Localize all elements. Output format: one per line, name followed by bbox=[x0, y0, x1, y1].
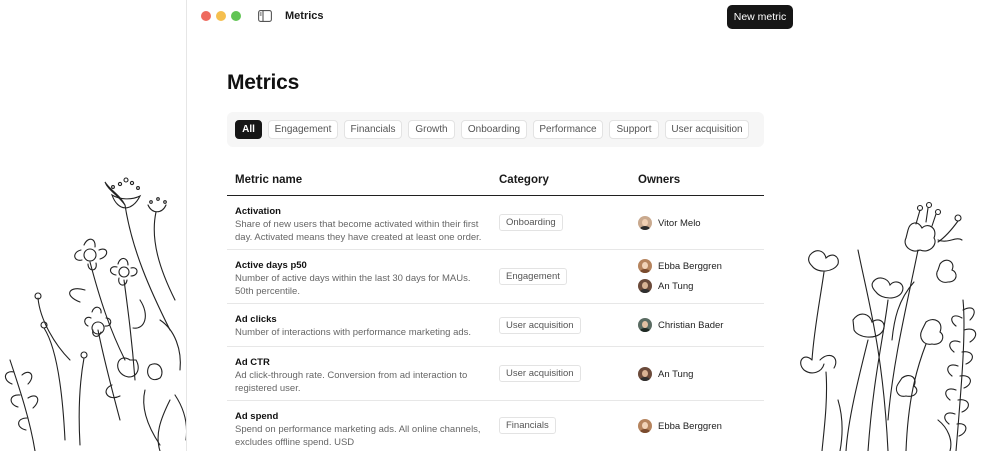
metric-name: Ad clicks bbox=[235, 314, 277, 325]
owner-name: Ebba Berggren bbox=[658, 260, 722, 272]
table-row[interactable]: Active days p50 Number of active days wi… bbox=[227, 250, 764, 304]
avatar bbox=[638, 279, 652, 293]
owner[interactable]: An Tung bbox=[638, 367, 693, 381]
column-header-owners[interactable]: Owners bbox=[638, 174, 680, 186]
owner[interactable]: Ebba Berggren bbox=[638, 259, 722, 273]
filter-chip-onboarding[interactable]: Onboarding bbox=[461, 120, 527, 139]
owner-name: An Tung bbox=[658, 368, 694, 380]
filter-chip-engagement[interactable]: Engagement bbox=[268, 120, 338, 139]
owner[interactable]: Ebba Berggren bbox=[638, 419, 722, 433]
sidebar-toggle-icon[interactable] bbox=[258, 10, 272, 22]
category-badge: Onboarding bbox=[499, 214, 563, 231]
table-row[interactable]: Ad clicks Number of interactions with pe… bbox=[227, 304, 764, 347]
metrics-table: Metric name Category Owners Activation S… bbox=[227, 165, 764, 451]
metric-description: Number of interactions with performance … bbox=[235, 327, 472, 338]
owner[interactable]: Christian Bader bbox=[638, 318, 723, 332]
avatar bbox=[638, 419, 652, 433]
filter-chip-financials[interactable]: Financials bbox=[344, 120, 402, 139]
minimize-window-button[interactable] bbox=[216, 11, 226, 21]
category-badge: User acquisition bbox=[499, 365, 581, 382]
avatar bbox=[638, 259, 652, 273]
column-header-metric-name[interactable]: Metric name bbox=[235, 174, 302, 186]
flowers-illustration-right bbox=[800, 201, 977, 451]
metric-name: Activation bbox=[235, 206, 281, 217]
window-title: Metrics bbox=[285, 10, 324, 22]
table-row[interactable]: Ad CTR Ad click-through rate. Conversion… bbox=[227, 347, 764, 401]
filter-chip-support[interactable]: Support bbox=[609, 120, 659, 139]
avatar bbox=[638, 367, 652, 381]
metric-name: Ad spend bbox=[235, 411, 279, 422]
owner-name: Vitor Melo bbox=[658, 217, 701, 229]
app-window: Metrics New metric Metrics All Engagemen… bbox=[186, 0, 799, 451]
filter-chip-all[interactable]: All bbox=[235, 120, 262, 139]
category-badge: User acquisition bbox=[499, 317, 581, 334]
metric-description: Spend on performance marketing ads. All … bbox=[235, 424, 481, 448]
filter-chip-growth[interactable]: Growth bbox=[408, 120, 455, 139]
metric-name: Active days p50 bbox=[235, 260, 307, 271]
filter-chip-user-acquisition[interactable]: User acquisition bbox=[665, 120, 749, 139]
avatar bbox=[638, 318, 652, 332]
metric-description: Share of new users that become activated… bbox=[235, 219, 482, 243]
metric-description: Ad click-through rate. Conversion from a… bbox=[235, 370, 468, 394]
title-bar: Metrics New metric bbox=[187, 0, 799, 34]
owner[interactable]: An Tung bbox=[638, 279, 693, 293]
filter-chip-performance[interactable]: Performance bbox=[533, 120, 603, 139]
owner-name: An Tung bbox=[658, 280, 694, 292]
category-badge: Financials bbox=[499, 417, 556, 434]
close-window-button[interactable] bbox=[201, 11, 211, 21]
maximize-window-button[interactable] bbox=[231, 11, 241, 21]
avatar bbox=[638, 216, 652, 230]
owner-name: Christian Bader bbox=[658, 319, 724, 331]
table-row[interactable]: Activation Share of new users that becom… bbox=[227, 196, 764, 250]
metric-name: Ad CTR bbox=[235, 357, 270, 368]
column-header-category[interactable]: Category bbox=[499, 174, 549, 186]
category-filter-bar: All Engagement Financials Growth Onboard… bbox=[227, 112, 764, 147]
new-metric-button[interactable]: New metric bbox=[727, 5, 793, 29]
table-row[interactable]: Ad spend Spend on performance marketing … bbox=[227, 401, 764, 451]
owner-name: Ebba Berggren bbox=[658, 420, 722, 432]
page-title: Metrics bbox=[227, 71, 300, 94]
metric-description: Number of active days within the last 30… bbox=[235, 273, 471, 297]
category-badge: Engagement bbox=[499, 268, 567, 285]
table-header: Metric name Category Owners bbox=[227, 165, 764, 196]
owner[interactable]: Vitor Melo bbox=[638, 216, 701, 230]
flowers-illustration-left bbox=[4, 177, 188, 451]
